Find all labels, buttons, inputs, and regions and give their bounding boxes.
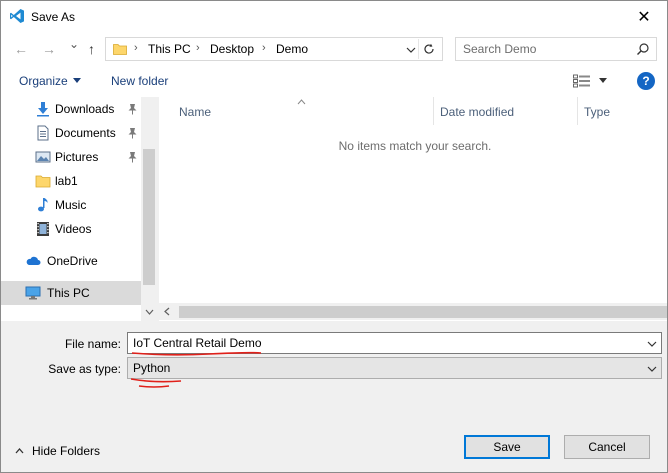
new-folder-button[interactable]: New folder bbox=[111, 74, 168, 88]
scroll-down-icon[interactable] bbox=[145, 309, 154, 315]
pin-icon[interactable] bbox=[127, 127, 138, 139]
sidebar-item-this-pc[interactable]: This PC bbox=[1, 281, 141, 305]
save-as-type-select[interactable]: Python bbox=[127, 357, 662, 379]
close-icon: ✕ bbox=[637, 9, 651, 26]
address-row: ← → ⌄ ↑ › This PC › Desktop › Demo Searc… bbox=[1, 33, 667, 65]
caret-down-icon bbox=[73, 78, 81, 83]
window-title: Save As bbox=[31, 10, 76, 24]
sidebar-item-lab1[interactable]: lab1 bbox=[1, 169, 141, 193]
refresh-button[interactable] bbox=[418, 39, 438, 59]
empty-message: No items match your search. bbox=[338, 139, 492, 153]
forward-arrow-icon[interactable]: → bbox=[42, 41, 56, 57]
sidebar-item-onedrive[interactable]: OneDrive bbox=[1, 249, 141, 273]
search-icon bbox=[637, 43, 649, 55]
view-options-icon[interactable] bbox=[573, 74, 591, 88]
sidebar-item-music[interactable]: Music bbox=[1, 193, 141, 217]
back-arrow-icon[interactable]: ← bbox=[14, 41, 28, 57]
vscode-app-icon bbox=[10, 9, 24, 23]
search-input[interactable]: Search Demo bbox=[455, 37, 657, 61]
breadcrumb-demo[interactable]: Demo bbox=[276, 42, 308, 56]
column-header-label: Type bbox=[584, 105, 611, 119]
onedrive-icon bbox=[26, 256, 41, 265]
chevron-down-icon[interactable] bbox=[647, 339, 657, 349]
help-icon: ? bbox=[642, 74, 650, 88]
pin-icon[interactable] bbox=[127, 151, 138, 163]
breadcrumb-desktop[interactable]: Desktop bbox=[210, 42, 254, 56]
sidebar-item-pictures[interactable]: Pictures bbox=[1, 145, 141, 169]
sidebar-item-label: Pictures bbox=[55, 150, 99, 164]
caret-up-icon[interactable] bbox=[15, 448, 24, 454]
sidebar-item-label: This PC bbox=[47, 286, 90, 300]
sidebar-item-label: Documents bbox=[55, 126, 116, 140]
column-header-label: Date modified bbox=[440, 105, 515, 119]
downloads-icon bbox=[37, 102, 49, 117]
hide-folders-button[interactable]: Hide Folders bbox=[32, 444, 100, 458]
navigation-scrollbar[interactable] bbox=[141, 97, 157, 321]
save-as-dialog: Save As ✕ ← → ⌄ ↑ › This PC › Desktop › … bbox=[0, 0, 668, 473]
caret-down-icon[interactable] bbox=[599, 78, 607, 84]
save-button[interactable]: Save bbox=[464, 435, 550, 459]
breadcrumb-separator: › bbox=[262, 42, 266, 54]
chevron-down-icon[interactable] bbox=[406, 45, 416, 55]
sidebar-item-label: Downloads bbox=[55, 102, 115, 116]
music-icon bbox=[38, 198, 48, 212]
breadcrumb-separator: › bbox=[196, 42, 200, 54]
this-pc-icon bbox=[25, 286, 41, 300]
file-list-scrollbar[interactable] bbox=[159, 303, 667, 320]
scrollbar-thumb[interactable] bbox=[179, 306, 667, 318]
file-name-label: File name: bbox=[64, 337, 121, 351]
folder-icon bbox=[35, 175, 51, 188]
refresh-icon bbox=[423, 43, 434, 54]
title-bar: Save As ✕ bbox=[1, 1, 667, 33]
search-placeholder: Search Demo bbox=[463, 42, 537, 56]
save-as-type-value: Python bbox=[133, 361, 171, 375]
sidebar-item-videos[interactable]: Videos bbox=[1, 217, 141, 241]
column-header-label: Name bbox=[179, 105, 212, 119]
scroll-left-icon[interactable] bbox=[164, 307, 170, 316]
organize-button[interactable]: Organize bbox=[19, 74, 68, 88]
scrollbar-thumb[interactable] bbox=[143, 149, 155, 285]
annotation-underline bbox=[130, 378, 182, 388]
pictures-icon bbox=[35, 151, 51, 163]
documents-icon bbox=[37, 125, 49, 141]
file-name-value: IoT Central Retail Demo bbox=[133, 336, 262, 350]
breadcrumb-this-pc[interactable]: This PC bbox=[148, 42, 191, 56]
sidebar-item-label: Videos bbox=[55, 222, 92, 236]
up-arrow-icon[interactable]: ↑ bbox=[88, 41, 95, 57]
sidebar-item-label: OneDrive bbox=[47, 254, 98, 268]
breadcrumb-separator: › bbox=[134, 42, 138, 54]
pin-icon[interactable] bbox=[127, 103, 138, 115]
sidebar-item-documents[interactable]: Documents bbox=[1, 121, 141, 145]
cancel-button[interactable]: Cancel bbox=[564, 435, 650, 459]
column-header-type[interactable]: Type bbox=[578, 97, 667, 125]
save-button-label: Save bbox=[493, 440, 521, 454]
help-button[interactable]: ? bbox=[637, 72, 655, 90]
address-bar[interactable]: › This PC › Desktop › Demo bbox=[105, 37, 443, 61]
sidebar-item-label: lab1 bbox=[55, 174, 78, 188]
sidebar-item-downloads[interactable]: Downloads bbox=[1, 97, 141, 121]
save-as-type-label: Save as type: bbox=[48, 362, 121, 376]
chevron-down-icon[interactable] bbox=[647, 364, 657, 374]
videos-icon bbox=[37, 222, 49, 236]
close-button[interactable]: ✕ bbox=[621, 1, 667, 33]
file-list: Name Date modified Type No items match y… bbox=[159, 97, 667, 321]
cancel-button-label: Cancel bbox=[588, 440, 626, 454]
command-toolbar: Organize New folder ? bbox=[1, 65, 667, 97]
folder-icon bbox=[113, 44, 127, 55]
recent-locations-icon[interactable]: ⌄ bbox=[69, 37, 79, 51]
sidebar-item-label: Music bbox=[55, 198, 87, 212]
column-header-date-modified[interactable]: Date modified bbox=[434, 97, 577, 125]
navigation-pane: Downloads Documents Pictures lab1 Music … bbox=[1, 97, 157, 321]
column-header-name[interactable]: Name bbox=[159, 97, 433, 125]
